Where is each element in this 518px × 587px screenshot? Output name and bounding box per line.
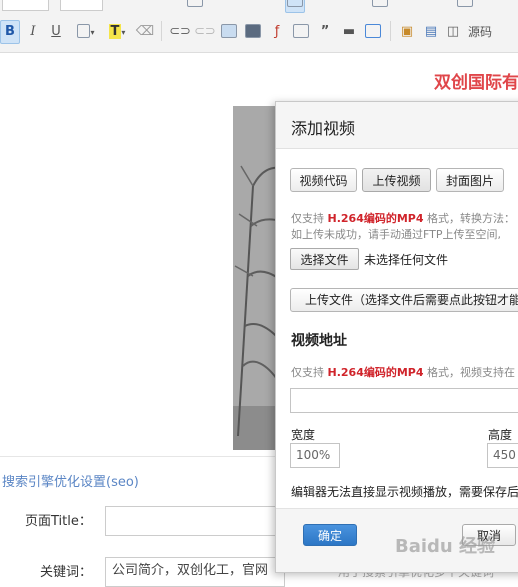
align-left-icon [187,0,203,7]
keywords-input[interactable]: 公司简介，双创化工，官网 [105,557,285,587]
page-title-label: 页面Title： [25,514,92,529]
link-icon: ⊂⊃ [169,24,191,39]
video-format-note-highlight: H.264编码的MP4 [327,366,424,379]
maximize-icon [457,0,473,7]
format-note-prefix: 仅支持 [291,212,328,225]
tab-cover-image[interactable]: 封面图片 [436,168,504,192]
link-button[interactable]: ⊂⊃ [168,20,192,44]
no-file-chosen-text: 未选择任何文件 [364,253,449,267]
table-icon [77,23,91,38]
seo-section-title[interactable]: 搜索引擎优化设置(seo) [2,471,139,490]
ftp-note: 如上传未成功，请手动通过FTP上传至空间, [291,228,501,241]
bold-button[interactable]: B [0,20,20,44]
align-left-button[interactable] [185,0,205,13]
paste-icon: ▣ [400,24,414,39]
font-size-select[interactable] [60,0,103,11]
source-code-icon-button[interactable]: ◫ [444,20,462,44]
maximize-button[interactable] [455,0,475,13]
unlink-button[interactable]: ⊂⊃ [193,20,216,44]
blockquote-button[interactable]: ” [314,20,336,44]
page-title-input[interactable] [105,506,285,536]
eraser-button[interactable]: ⌫ [134,20,156,44]
horizontal-rule-icon: ▬ [342,24,356,39]
toolbar-divider [390,21,391,41]
eraser-icon: ⌫ [135,24,155,39]
font-family-select[interactable] [2,0,49,11]
dialog-header[interactable]: 添加视频 [276,102,518,149]
underline-button[interactable]: U [46,20,66,44]
site-brand-heading: 双创国际有 [434,73,518,93]
insert-table-button[interactable] [290,20,312,44]
align-center-icon [287,0,303,7]
source-code-icon: ◫ [446,24,460,39]
paste-button[interactable]: ▣ [396,20,418,44]
width-input[interactable]: 100% [290,443,340,468]
ok-button[interactable]: 确定 [303,524,357,546]
source-button[interactable]: 源码 [462,20,498,44]
toolbar-row-bottom: B I U ▾ T ▾ ⌫ ⊂⊃ ⊂⊃ ƒ ” ▬ ▣ ▤ ◫ 源码 [0,17,518,45]
video-address-heading: 视频地址 [291,333,347,349]
align-center-button[interactable] [285,0,305,13]
width-label: 宽度 [291,428,316,442]
insert-table-icon [293,23,309,38]
video-format-note-prefix: 仅支持 [291,366,328,379]
page-break-icon [365,23,381,38]
toolbar-divider [161,21,162,41]
format-note-highlight: H.264编码的MP4 [327,212,424,225]
paste-text-button[interactable]: ▤ [420,20,442,44]
paste-text-icon: ▤ [424,24,438,39]
chevron-down-icon: ▾ [90,28,95,37]
undo-icon [372,0,388,7]
video-format-note-suffix: 格式，视频支持在 [423,366,516,379]
horizontal-rule-button[interactable]: ▬ [338,20,360,44]
chevron-down-icon: ▾ [121,28,126,37]
height-label: 高度 [488,428,513,442]
tab-video-code[interactable]: 视频代码 [290,168,357,192]
undo-button[interactable] [370,0,390,13]
video-format-note: 仅支持 H.264编码的MP4 格式，视频支持在 [291,364,515,380]
text-color-icon: T [108,24,122,39]
format-note: 仅支持 H.264编码的MP4 格式，转换方法： [291,210,515,226]
dialog-title: 添加视频 [291,119,356,138]
image-icon [221,23,237,38]
page-break-button[interactable] [362,20,384,44]
height-input[interactable]: 450 [487,443,518,468]
video-url-input[interactable] [290,388,518,413]
format-note-suffix: 格式，转换方法： [423,212,516,225]
editor-toolbar: B I U ▾ T ▾ ⌫ ⊂⊃ ⊂⊃ ƒ ” ▬ ▣ ▤ ◫ 源码 [0,0,518,53]
toolbar-row-top [0,0,518,14]
text-color-button[interactable]: T ▾ [104,20,130,44]
baidu-watermark: Baidu 经验 [395,536,496,557]
flash-icon: ƒ [274,24,280,39]
tab-upload-video[interactable]: 上传视频 [362,168,431,192]
video-icon [245,23,261,38]
quote-icon: ” [320,24,330,39]
preview-warning: 编辑器无法直接显示视频播放，需要保存后 [291,485,518,499]
upload-file-button[interactable]: 上传文件（选择文件后需要点此按钮才能 [290,288,518,312]
add-video-dialog: 添加视频 视频代码 上传视频 封面图片 仅支持 H.264编码的MP4 格式，转… [275,101,518,573]
flash-button[interactable]: ƒ [266,20,288,44]
keywords-label: 关键词： [40,565,93,580]
table-button[interactable]: ▾ [72,20,100,44]
unlink-icon: ⊂⊃ [194,24,216,39]
image-button[interactable] [218,20,240,44]
choose-file-button[interactable]: 选择文件 [290,248,359,270]
video-button[interactable] [242,20,264,44]
italic-button[interactable]: I [24,20,42,44]
